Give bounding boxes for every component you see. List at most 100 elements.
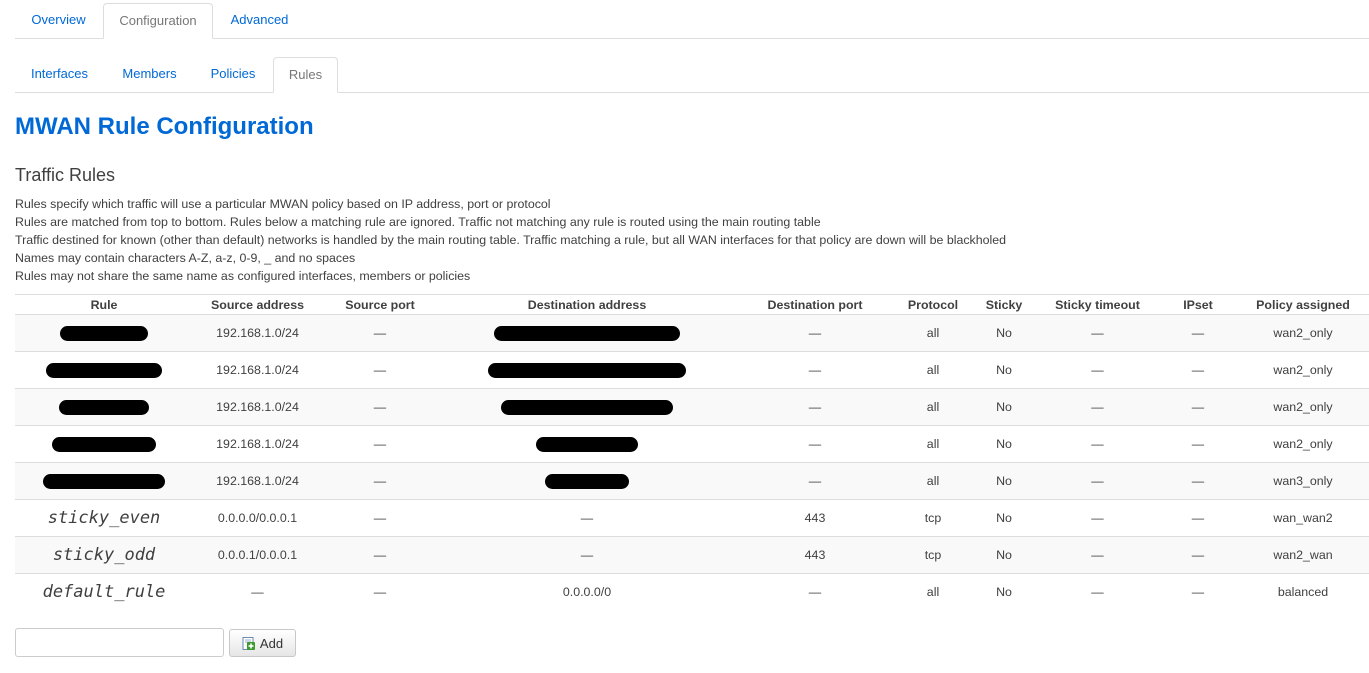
cell-ipset: — xyxy=(1159,314,1237,352)
cell-policy: wan2_only xyxy=(1237,351,1369,389)
table-row[interactable]: 192.168.1.0/24 — — all No — — wan2_only xyxy=(15,314,1369,352)
table-row[interactable]: sticky_even 0.0.0.0/0.0.0.1 — — 443 tcp … xyxy=(15,499,1369,537)
header-policy-assigned: Policy assigned xyxy=(1237,294,1369,315)
cell-destination-address: — xyxy=(438,536,736,574)
redaction-mark xyxy=(52,436,156,452)
header-rule: Rule xyxy=(15,294,193,315)
cell-destination-port: 443 xyxy=(736,499,894,537)
rule-name-redacted xyxy=(15,351,193,389)
cell-ipset: — xyxy=(1159,462,1237,500)
description-line: Rules may not share the same name as con… xyxy=(15,269,471,283)
tab-overview[interactable]: Overview xyxy=(15,3,102,38)
redaction-mark xyxy=(536,436,638,452)
cell-destination-address: 0.0.0.0/0 xyxy=(438,573,736,610)
cell-sticky: No xyxy=(972,462,1036,500)
header-source-address: Source address xyxy=(193,294,322,315)
cell-destination-address: — xyxy=(438,499,736,537)
cell-sticky-timeout: — xyxy=(1036,462,1159,500)
tab-policies[interactable]: Policies xyxy=(195,57,271,92)
cell-rule-name: sticky_odd xyxy=(15,536,193,574)
rule-name-redacted xyxy=(15,314,193,352)
cell-sticky-timeout: — xyxy=(1036,351,1159,389)
cell-destination-port: — xyxy=(736,573,894,610)
rule-name-redacted xyxy=(15,425,193,463)
table-header-row: Rule Source address Source port Destinat… xyxy=(15,294,1369,315)
redaction-mark xyxy=(501,399,673,415)
header-protocol: Protocol xyxy=(894,294,972,315)
cell-ipset: — xyxy=(1159,499,1237,537)
cell-source-address: 192.168.1.0/24 xyxy=(193,351,322,389)
rules-table: Rule Source address Source port Destinat… xyxy=(15,294,1369,610)
cell-source-address: 0.0.0.1/0.0.0.1 xyxy=(193,536,322,574)
cell-rule-name: sticky_even xyxy=(15,499,193,537)
cell-source-port: — xyxy=(322,351,438,389)
table-row[interactable]: 192.168.1.0/24 — — all No — — wan2_only xyxy=(15,388,1369,426)
description-line: Rules specify which traffic will use a p… xyxy=(15,197,551,211)
table-row[interactable]: default_rule — — 0.0.0.0/0 — all No — — … xyxy=(15,573,1369,610)
header-destination-port: Destination port xyxy=(736,294,894,315)
cell-source-address: — xyxy=(193,573,322,610)
description-line: Names may contain characters A-Z, a-z, 0… xyxy=(15,251,356,265)
sub-tabs: Interfaces Members Policies Rules xyxy=(15,54,1369,93)
cell-source-port: — xyxy=(322,314,438,352)
header-destination-address: Destination address xyxy=(438,294,736,315)
cell-destination-redacted xyxy=(438,462,736,500)
cell-destination-port: — xyxy=(736,314,894,352)
table-row[interactable]: 192.168.1.0/24 — — all No — — wan2_only xyxy=(15,425,1369,463)
cell-destination-port: — xyxy=(736,388,894,426)
redaction-mark xyxy=(60,325,148,341)
cell-policy: wan2_only xyxy=(1237,388,1369,426)
header-ipset: IPset xyxy=(1159,294,1237,315)
cell-protocol: all xyxy=(894,573,972,610)
cell-protocol: tcp xyxy=(894,499,972,537)
table-row[interactable]: sticky_odd 0.0.0.1/0.0.0.1 — — 443 tcp N… xyxy=(15,536,1369,574)
tab-members[interactable]: Members xyxy=(107,57,192,92)
redaction-mark xyxy=(488,362,686,378)
cell-policy: wan2_only xyxy=(1237,425,1369,463)
cell-destination-redacted xyxy=(438,425,736,463)
cell-source-port: — xyxy=(322,425,438,463)
section-description: Rules specify which traffic will use a p… xyxy=(15,195,1006,285)
cell-destination-redacted xyxy=(438,351,736,389)
cell-policy: wan_wan2 xyxy=(1237,499,1369,537)
cell-source-address: 0.0.0.0/0.0.0.1 xyxy=(193,499,322,537)
cell-ipset: — xyxy=(1159,573,1237,610)
new-rule-name-input[interactable] xyxy=(15,628,224,657)
cell-source-port: — xyxy=(322,499,438,537)
cell-sticky: No xyxy=(972,388,1036,426)
cell-policy: wan3_only xyxy=(1237,462,1369,500)
cell-ipset: — xyxy=(1159,425,1237,463)
cell-source-port: — xyxy=(322,573,438,610)
cell-sticky: No xyxy=(972,499,1036,537)
redaction-mark xyxy=(494,325,680,341)
cell-protocol: all xyxy=(894,388,972,426)
rule-name-redacted xyxy=(15,462,193,500)
tab-configuration[interactable]: Configuration xyxy=(103,3,213,39)
cell-rule-name: default_rule xyxy=(15,573,193,610)
add-document-icon xyxy=(242,636,255,650)
redaction-mark xyxy=(43,473,165,489)
cell-policy: wan2_wan xyxy=(1237,536,1369,574)
cell-sticky-timeout: — xyxy=(1036,314,1159,352)
description-line: Traffic destined for known (other than d… xyxy=(15,233,1007,247)
cell-protocol: all xyxy=(894,351,972,389)
header-sticky-timeout: Sticky timeout xyxy=(1036,294,1159,315)
tab-advanced[interactable]: Advanced xyxy=(215,3,304,38)
cell-source-address: 192.168.1.0/24 xyxy=(193,462,322,500)
cell-sticky: No xyxy=(972,573,1036,610)
cell-sticky-timeout: — xyxy=(1036,425,1159,463)
table-row[interactable]: 192.168.1.0/24 — — all No — — wan3_only xyxy=(15,462,1369,500)
add-button[interactable]: Add xyxy=(229,629,296,657)
redaction-mark xyxy=(46,362,162,378)
cell-ipset: — xyxy=(1159,351,1237,389)
cell-sticky-timeout: — xyxy=(1036,536,1159,574)
tab-interfaces[interactable]: Interfaces xyxy=(15,57,104,92)
cell-source-address: 192.168.1.0/24 xyxy=(193,314,322,352)
table-row[interactable]: 192.168.1.0/24 — — all No — — wan2_only xyxy=(15,351,1369,389)
cell-protocol: all xyxy=(894,462,972,500)
cell-destination-port: — xyxy=(736,462,894,500)
cell-protocol: all xyxy=(894,425,972,463)
header-source-port: Source port xyxy=(322,294,438,315)
cell-protocol: all xyxy=(894,314,972,352)
tab-rules[interactable]: Rules xyxy=(273,57,338,93)
